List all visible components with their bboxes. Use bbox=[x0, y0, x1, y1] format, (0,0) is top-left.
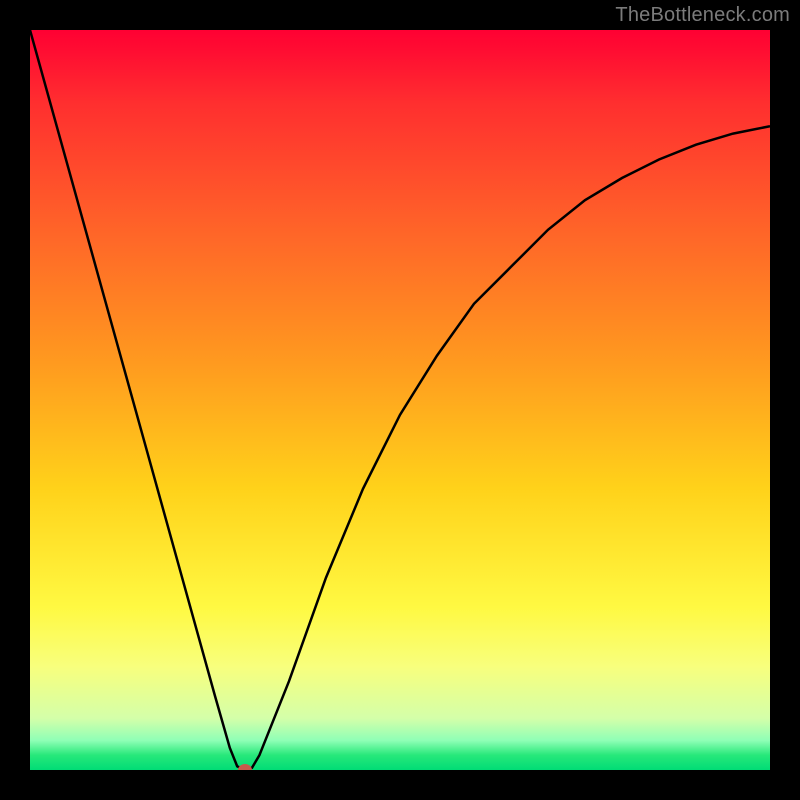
plot-area bbox=[30, 30, 770, 770]
chart-frame: TheBottleneck.com bbox=[0, 0, 800, 800]
bottleneck-curve bbox=[30, 30, 770, 770]
optimum-marker bbox=[238, 764, 252, 770]
curve-path bbox=[30, 30, 770, 770]
watermark-text: TheBottleneck.com bbox=[615, 4, 790, 27]
